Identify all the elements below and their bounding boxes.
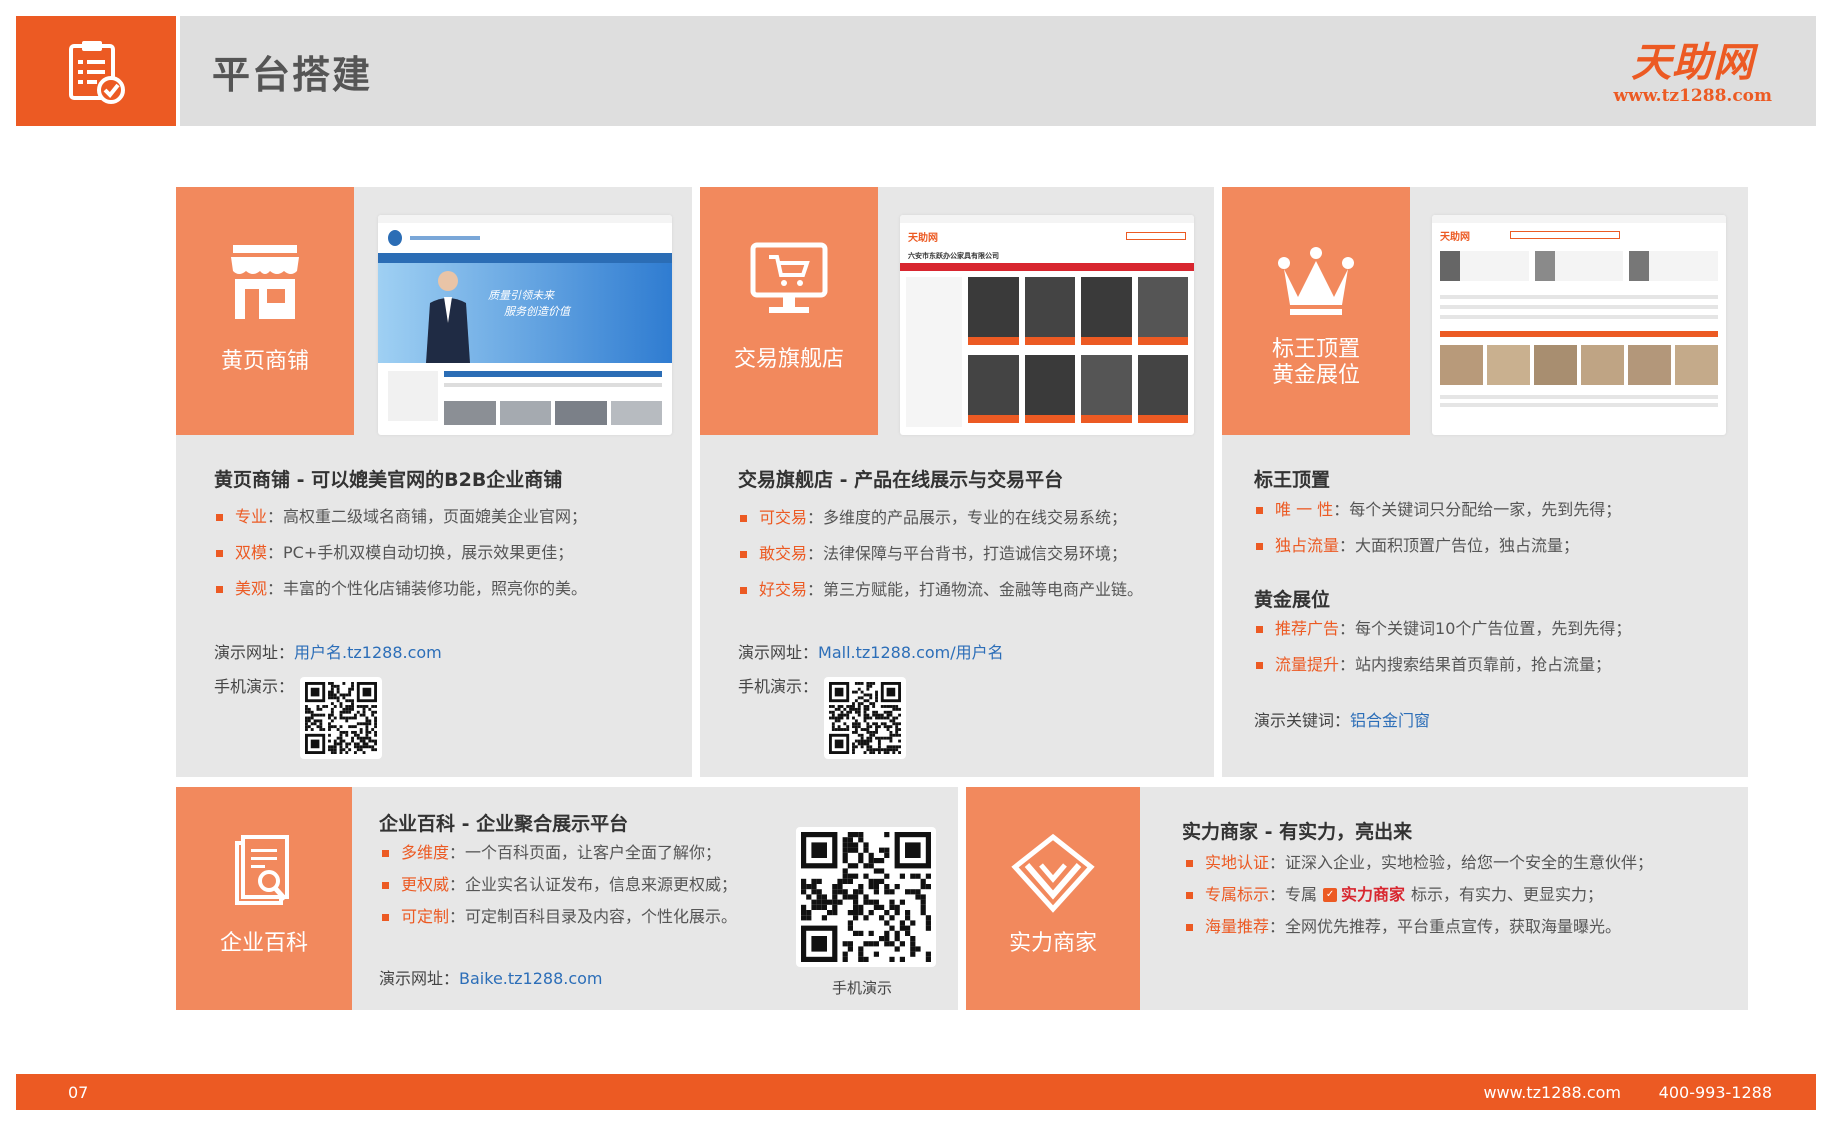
storefront-icon	[231, 245, 299, 319]
flagship-mobile-label: 手机演示：	[738, 677, 819, 696]
flagship-demo: 演示网址：Mall.tz1288.com/用户名	[738, 643, 1004, 662]
flagship-title: 交易旗舰店 - 产品在线展示与交易平台	[738, 469, 1064, 491]
panel-flagship: 交易旗舰店 天助网 六安市东跃办公家具有限公司 交易旗舰店 - 产品在线展示与交…	[700, 187, 1214, 777]
list-item: 多维度 ：一个百科页面，让客户全面了解你；	[382, 837, 737, 869]
logo-text: 天助网	[1631, 40, 1755, 86]
tile-yellow-pages-label: 黄页商铺	[220, 349, 309, 374]
shot-logo: 天助网	[908, 232, 938, 244]
list-item: 可交易 ：多维度的产品展示，专业的在线交易系统；	[740, 500, 1143, 536]
list-item: 双模 ：PC+手机双模自动切换，展示效果更佳；	[216, 535, 587, 571]
list-item: 好交易 ：第三方赋能，打通物流、金融等电商产业链。	[740, 572, 1143, 608]
panel-yellow-pages: 黄页商铺 质量引领未来 服务创造价值 黄页商铺 - 可以媲美官网的B2B企业商铺…	[176, 187, 692, 777]
top-ads-section1-title: 标王顶置	[1254, 469, 1331, 491]
baike-title: 企业百科 - 企业聚合展示平台	[379, 813, 629, 835]
v-shield-icon	[1011, 833, 1095, 913]
list-item: 更权威 ：企业实名认证发布，信息来源更权威；	[382, 869, 737, 901]
header-bar: 平台搭建 天助网 www.tz1288.com	[180, 16, 1816, 126]
panel-top-ads: 标王顶置 黄金展位 天助网 标王顶置 唯 一 性：每个关键词只分配给一家，先到先…	[1222, 187, 1748, 777]
list-item: 敢交易 ：法律保障与平台背书，打造诚信交易环境；	[740, 536, 1143, 572]
list-item: 可定制 ：可定制百科目录及内容，个性化展示。	[382, 901, 737, 933]
baike-feature-list: 多维度 ：一个百科页面，让客户全面了解你； 更权威 ：企业实名认证发布，信息来源更权…	[382, 837, 737, 933]
logo: 天助网 www.tz1288.com	[1613, 40, 1772, 106]
page-title: 平台搭建	[212, 53, 373, 97]
list-item: 流量提升 ：站内搜索结果首页靠前，抢占流量；	[1256, 647, 1631, 683]
qr-code-graphic	[829, 682, 901, 754]
encyclopedia-search-icon	[235, 835, 289, 905]
tile-baike: 企业百科	[176, 787, 352, 1010]
flagship-qr-code[interactable]	[824, 677, 906, 759]
footer-bar: 07 www.tz1288.com 400-993-1288	[16, 1074, 1816, 1110]
yellow-pages-feature-list: 专业 ：高权重二级域名商铺，页面媲美企业官网； 双模 ：PC+手机双模自动切换，展示…	[216, 499, 587, 607]
footer-phone: 400-993-1288	[1658, 1083, 1772, 1102]
tile-yellow-pages: 黄页商铺	[176, 187, 354, 435]
flagship-screenshot: 天助网 六安市东跃办公家具有限公司	[900, 215, 1194, 435]
logo-url: www.tz1288.com	[1613, 86, 1772, 106]
tile-flagship: 交易旗舰店	[700, 187, 878, 435]
qr-code-graphic	[801, 832, 931, 962]
tile-baike-label: 企业百科	[219, 931, 308, 956]
businessman-figure	[426, 271, 470, 363]
banner-slogan-2: 服务创造价值	[504, 305, 570, 318]
yellow-pages-title: 黄页商铺 - 可以媲美官网的B2B企业商铺	[214, 469, 563, 491]
baike-demo-link[interactable]: Baike.tz1288.com	[459, 969, 603, 988]
yellow-pages-demo: 演示网址：用户名.tz1288.com	[214, 643, 442, 662]
flagship-feature-list: 可交易 ：多维度的产品展示，专业的在线交易系统； 敢交易 ：法律保障与平台背书，打造…	[740, 500, 1143, 608]
top-ads-demo: 演示关键词：铝合金门窗	[1254, 711, 1431, 730]
tile-top-ads-label-1: 标王顶置	[1271, 337, 1360, 362]
list-item: 专属标示 ：专属 ✓ 实力商家 标示，有实力、更显实力；	[1186, 879, 1653, 911]
tile-strong-merchant: 实力商家	[966, 787, 1140, 1010]
page-number: 07	[68, 1083, 89, 1102]
baike-demo: 演示网址：Baike.tz1288.com	[379, 969, 603, 988]
strong-merchant-title: 实力商家 - 有实力，亮出来	[1182, 821, 1413, 843]
top-ads-section2-title: 黄金展位	[1254, 589, 1331, 611]
list-item: 独占流量 ：大面积顶置广告位，独占流量；	[1256, 528, 1621, 564]
list-item: 海量推荐 ：全网优先推荐，平台重点宣传，获取海量曝光。	[1186, 911, 1653, 943]
list-item: 推荐广告 ：每个关键词10个广告位置，先到先得；	[1256, 611, 1631, 647]
flagship-demo-link[interactable]: Mall.tz1288.com/用户名	[818, 643, 1004, 662]
footer-website[interactable]: www.tz1288.com	[1483, 1083, 1621, 1102]
top-ads-section2-list: 推荐广告 ：每个关键词10个广告位置，先到先得； 流量提升 ：站内搜索结果首页靠前，…	[1256, 611, 1631, 683]
tile-top-ads: 标王顶置 黄金展位	[1222, 187, 1410, 435]
panel-baike: 企业百科 企业百科 - 企业聚合展示平台 多维度 ：一个百科页面，让客户全面了解你…	[176, 787, 958, 1010]
strong-merchant-feature-list: 实地认证 ：证深入企业，实地检验，给您一个安全的生意伙伴； 专属标示 ：专属 ✓ 实力商…	[1186, 847, 1653, 943]
list-item: 实地认证 ：证深入企业，实地检验，给您一个安全的生意伙伴；	[1186, 847, 1653, 879]
top-ads-screenshot: 天助网	[1432, 215, 1726, 435]
crown-icon	[1278, 247, 1354, 315]
tile-flagship-label: 交易旗舰店	[733, 347, 844, 372]
tile-strong-merchant-label: 实力商家	[1008, 931, 1097, 956]
top-ads-demo-link[interactable]: 铝合金门窗	[1350, 711, 1430, 730]
baike-qr-caption: 手机演示	[832, 979, 893, 997]
top-ads-section1-list: 唯 一 性：每个关键词只分配给一家，先到先得； 独占流量 ：大面积顶置广告位，独占…	[1256, 492, 1621, 564]
shot-logo: 天助网	[1440, 231, 1470, 243]
shot-company: 六安市东跃办公家具有限公司	[908, 252, 999, 260]
yellow-pages-qr-code[interactable]	[300, 677, 382, 759]
qr-code-graphic	[305, 682, 377, 754]
list-item: 美观 ：丰富的个性化店铺装修功能，照亮你的美。	[216, 571, 587, 607]
clipboard-check-icon	[69, 41, 125, 104]
yellow-pages-demo-link[interactable]: 用户名.tz1288.com	[294, 643, 442, 662]
yellow-pages-screenshot: 质量引领未来 服务创造价值	[378, 215, 672, 435]
baike-qr-code[interactable]	[796, 827, 936, 967]
list-item: 唯 一 性：每个关键词只分配给一家，先到先得；	[1256, 492, 1621, 528]
panel-strong-merchant: 实力商家 实力商家 - 有实力，亮出来 实地认证 ：证深入企业，实地检验，给您一个…	[966, 787, 1748, 1010]
tile-top-ads-label-2: 黄金展位	[1271, 363, 1360, 388]
list-item: 专业 ：高权重二级域名商铺，页面媲美企业官网；	[216, 499, 587, 535]
cart-monitor-icon	[750, 242, 828, 313]
header-icon-box	[16, 16, 176, 126]
yellow-pages-mobile-label: 手机演示：	[214, 677, 295, 696]
merchant-badge-icon: ✓	[1323, 888, 1338, 902]
banner-slogan-1: 质量引领未来	[488, 289, 554, 302]
